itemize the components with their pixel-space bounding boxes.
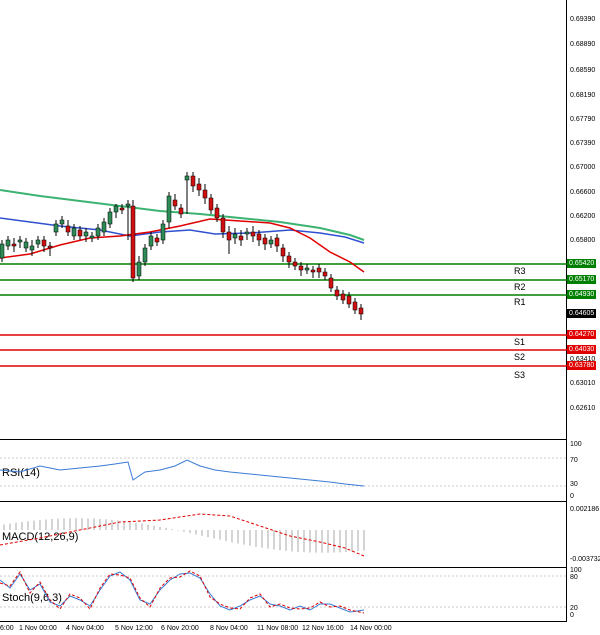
rsi-line xyxy=(0,459,365,487)
macd-signal-line xyxy=(0,513,365,557)
stoch-k-line xyxy=(0,571,365,613)
indicator-svg xyxy=(0,457,567,614)
